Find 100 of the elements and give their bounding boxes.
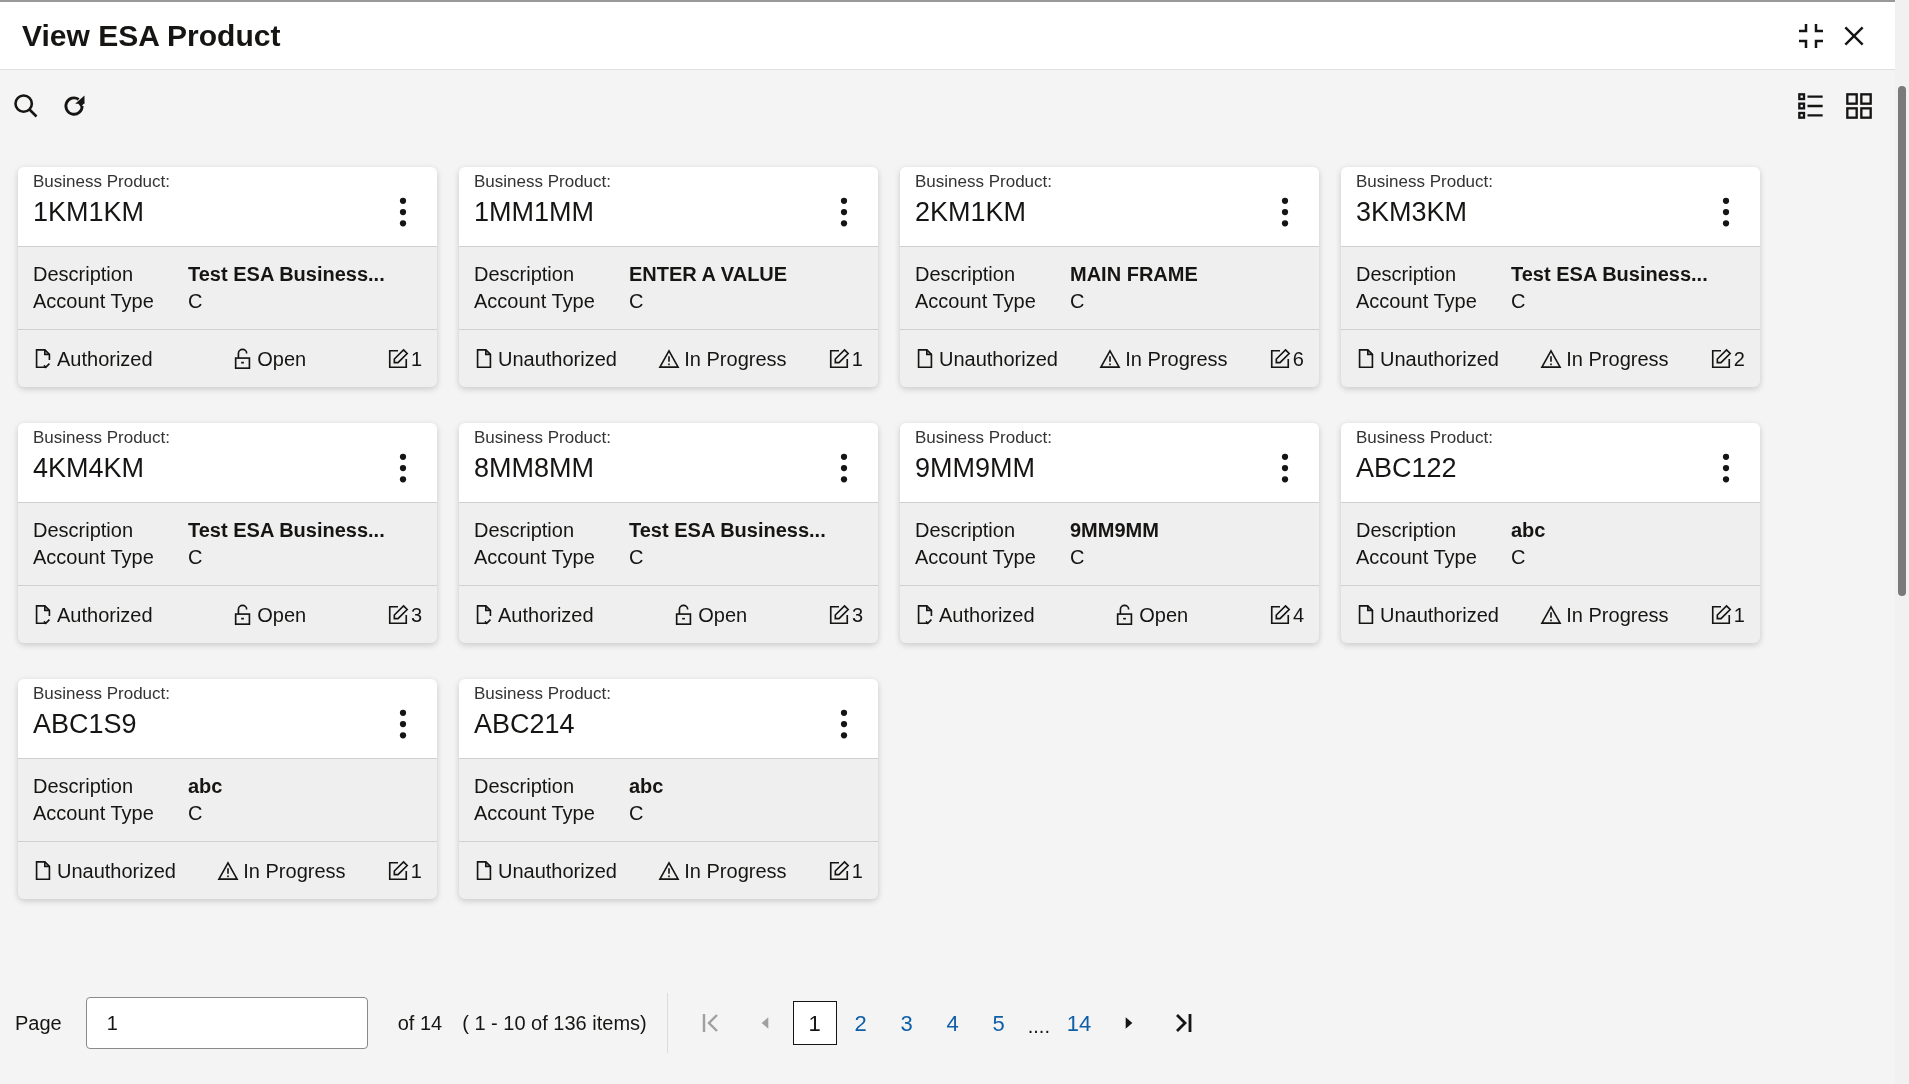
field-label: Account Type (474, 289, 596, 314)
page-ellipsis: .... (1027, 1014, 1050, 1039)
field-label: Business Product: (474, 428, 611, 448)
field-label: Account Type (1356, 289, 1478, 314)
edit-icon (1709, 603, 1732, 626)
field-value: Test ESA Business... (188, 518, 386, 543)
product-card[interactable]: Business Product: 3KM3KM Description Test ESA Business... Account Type C Unauthorized In Progress 2 (1341, 167, 1760, 387)
field-value: Test ESA Business... (629, 518, 827, 543)
edit-icon (827, 603, 850, 626)
more-options-icon[interactable] (1280, 453, 1290, 483)
product-card[interactable]: Business Product: 2KM1KM Description MAIN FRAME Account Type C Unauthorized In Progress 6 (900, 167, 1319, 387)
product-card[interactable]: Business Product: 8MM8MM Description Test ESA Business... Account Type C Authorized Open 3 (459, 423, 878, 643)
product-card[interactable]: Business Product: 1MM1MM Description ENTER A VALUE Account Type C Unauthorized In Progress 1 (459, 167, 878, 387)
status-text: Unauthorized (1380, 602, 1499, 628)
field-label: Description (1356, 262, 1458, 287)
field-label: Account Type (33, 801, 155, 826)
field-value: C (1511, 545, 1527, 570)
product-code: 3KM3KM (1356, 196, 1468, 229)
list-view-icon[interactable] (1797, 92, 1825, 120)
document-check-icon (33, 347, 53, 370)
more-options-icon[interactable] (839, 453, 849, 483)
edit-icon (386, 347, 409, 370)
edit-count: 3 (410, 602, 422, 628)
product-code: 8MM8MM (474, 452, 594, 485)
product-card[interactable]: Business Product: 1KM1KM Description Test ESA Business... Account Type C Authorized Open 1 (18, 167, 437, 387)
warning-icon (1099, 348, 1122, 369)
edit-icon (386, 603, 409, 626)
warning-icon (658, 348, 681, 369)
field-value: abc (1511, 518, 1547, 543)
more-options-icon[interactable] (839, 709, 849, 739)
field-label: Business Product: (33, 172, 170, 192)
page-link[interactable]: 14 (1056, 1001, 1101, 1045)
field-label: Business Product: (915, 172, 1052, 192)
more-options-icon[interactable] (1280, 197, 1290, 227)
edit-icon (1268, 347, 1291, 370)
status-text: Authorized (939, 602, 1035, 628)
field-value: C (1511, 289, 1527, 314)
product-card[interactable]: Business Product: ABC122 Description abc Account Type C Unauthorized In Progress 1 (1341, 423, 1760, 643)
product-card[interactable]: Business Product: ABC214 Description abc Account Type C Unauthorized In Progress 1 (459, 679, 878, 899)
field-value: MAIN FRAME (1070, 262, 1199, 287)
field-label: Description (33, 262, 135, 287)
product-code: 4KM4KM (33, 452, 145, 485)
status-text: In Progress (1566, 346, 1669, 372)
field-value: 9MM9MM (1070, 518, 1160, 543)
status-text: Open (257, 346, 307, 372)
product-code: ABC214 (474, 708, 575, 741)
edit-icon (1709, 347, 1732, 370)
field-label: Account Type (474, 545, 596, 570)
product-code: 9MM9MM (915, 452, 1035, 485)
edit-count: 1 (410, 346, 422, 372)
search-icon[interactable] (12, 92, 40, 120)
warning-icon (1540, 604, 1563, 625)
status-text: Authorized (57, 602, 153, 628)
product-code: ABC122 (1356, 452, 1457, 485)
grid-view-icon[interactable] (1845, 92, 1873, 120)
page-link[interactable]: 2 (838, 1001, 883, 1045)
page-link[interactable]: 4 (930, 1001, 975, 1045)
edit-count: 3 (851, 602, 863, 628)
product-code: 1KM1KM (33, 196, 145, 229)
field-value: abc (188, 774, 224, 799)
page-link[interactable]: 1 (792, 1001, 837, 1045)
field-label: Description (474, 774, 576, 799)
field-label: Business Product: (474, 172, 611, 192)
edit-count: 2 (1733, 346, 1745, 372)
document-icon (474, 859, 494, 882)
page-label: Page (15, 1011, 62, 1036)
status-text: Authorized (57, 346, 153, 372)
document-icon (915, 347, 935, 370)
page-link[interactable]: 3 (884, 1001, 929, 1045)
more-options-icon[interactable] (398, 709, 408, 739)
page-input[interactable]: 1 (85, 997, 368, 1049)
more-options-icon[interactable] (1721, 453, 1731, 483)
edit-count: 1 (1733, 602, 1745, 628)
product-card[interactable]: Business Product: ABC1S9 Description abc Account Type C Unauthorized In Progress 1 (18, 679, 437, 899)
warning-icon (658, 860, 681, 881)
field-label: Account Type (33, 289, 155, 314)
more-options-icon[interactable] (839, 197, 849, 227)
field-label: Description (474, 518, 576, 543)
field-label: Description (33, 774, 135, 799)
page-link[interactable]: 5 (976, 1001, 1021, 1045)
field-value: C (629, 801, 645, 826)
more-options-icon[interactable] (398, 197, 408, 227)
status-text: Unauthorized (939, 346, 1058, 372)
more-options-icon[interactable] (398, 453, 408, 483)
field-value: C (1070, 545, 1086, 570)
status-text: In Progress (684, 346, 787, 372)
product-code: 2KM1KM (915, 196, 1027, 229)
edit-count: 1 (851, 858, 863, 884)
document-check-icon (33, 603, 53, 626)
product-card[interactable]: Business Product: 9MM9MM Description 9MM9MM Account Type C Authorized Open 4 (900, 423, 1319, 643)
edit-count: 1 (851, 346, 863, 372)
field-value: C (188, 545, 204, 570)
status-text: Unauthorized (1380, 346, 1499, 372)
product-card[interactable]: Business Product: 4KM4KM Description Test ESA Business... Account Type C Authorized Open 3 (18, 423, 437, 643)
status-text: Unauthorized (498, 346, 617, 372)
field-value: C (188, 289, 204, 314)
more-options-icon[interactable] (1721, 197, 1731, 227)
status-text: In Progress (243, 858, 346, 884)
field-label: Business Product: (33, 684, 170, 704)
field-label: Business Product: (474, 684, 611, 704)
